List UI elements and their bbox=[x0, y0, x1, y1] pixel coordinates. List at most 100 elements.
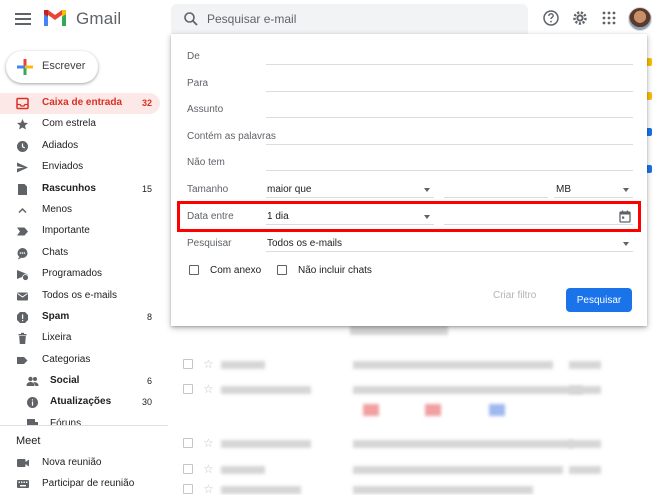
row-star-icon[interactable]: ☆ bbox=[203, 436, 214, 450]
date-within-label: Data entre bbox=[187, 211, 234, 222]
sidebar-item-sent[interactable]: Enviados bbox=[0, 157, 162, 178]
promo-banner-blurred bbox=[350, 325, 448, 335]
has-attachment-checkbox[interactable] bbox=[189, 265, 199, 275]
size-operator-dropdown-icon bbox=[424, 188, 430, 192]
settings-gear-icon[interactable] bbox=[571, 9, 589, 27]
sidebar-item-new-meeting[interactable]: Nova reunião bbox=[0, 453, 168, 473]
row-checkbox[interactable] bbox=[183, 464, 193, 474]
send-icon bbox=[17, 162, 28, 173]
gmail-app: Gmail Pesquisar e-mail Escrever Caixa de… bbox=[0, 0, 660, 495]
calendar-icon[interactable] bbox=[619, 210, 631, 223]
exclude-chats-label: Não incluir chats bbox=[298, 265, 372, 276]
sidebar-item-scheduled[interactable]: Programados bbox=[0, 264, 162, 285]
plus-icon bbox=[17, 59, 33, 75]
label-icon bbox=[17, 356, 28, 364]
sidebar-item-trash[interactable]: Lixeira bbox=[0, 328, 162, 349]
gmail-logo-icon bbox=[44, 10, 66, 26]
sidebar-item-join-meeting[interactable]: Participar de reunião bbox=[0, 474, 168, 494]
date-input[interactable] bbox=[444, 224, 633, 225]
table-row[interactable]: ☆ bbox=[171, 380, 626, 416]
to-label: Para bbox=[187, 78, 209, 89]
chevron-up-icon bbox=[18, 207, 27, 213]
subject-input[interactable] bbox=[266, 117, 633, 118]
inbox-icon bbox=[16, 97, 29, 110]
trash-icon bbox=[18, 333, 27, 345]
sidebar-item-less[interactable]: Menos bbox=[0, 200, 162, 221]
sidebar-item-inbox[interactable]: Caixa de entrada 32 bbox=[0, 93, 160, 115]
apps-grid-icon[interactable] bbox=[600, 9, 618, 27]
date-within-dropdown-icon bbox=[424, 215, 430, 219]
to-input[interactable] bbox=[266, 91, 633, 92]
video-camera-icon bbox=[17, 459, 29, 467]
sidebar-divider bbox=[0, 425, 168, 426]
doesnt-have-label: Não tem bbox=[187, 157, 225, 168]
size-operator-value: maior que bbox=[267, 184, 312, 195]
star-icon bbox=[17, 119, 28, 130]
search-in-dropdown-icon bbox=[623, 242, 629, 246]
sidebar-item-important[interactable]: Importante bbox=[0, 221, 162, 242]
scheduled-icon bbox=[17, 270, 29, 282]
sidebar-item-starred[interactable]: Com estrela bbox=[0, 114, 162, 135]
table-row[interactable]: ☆ bbox=[171, 480, 626, 495]
size-unit-value: MB bbox=[556, 184, 571, 195]
sidebar-item-spam[interactable]: Spam 8 bbox=[0, 307, 162, 328]
row-star-icon[interactable]: ☆ bbox=[203, 462, 214, 476]
row-star-icon[interactable]: ☆ bbox=[203, 482, 214, 495]
sidebar-item-updates[interactable]: Atualizações 30 bbox=[0, 392, 162, 413]
doesnt-have-input[interactable] bbox=[266, 170, 633, 171]
compose-button[interactable]: Escrever bbox=[6, 51, 98, 83]
has-words-label: Contém as palavras bbox=[187, 131, 276, 142]
avatar[interactable] bbox=[628, 7, 652, 31]
row-star-icon[interactable]: ☆ bbox=[203, 382, 214, 396]
size-unit-dropdown-icon bbox=[623, 188, 629, 192]
from-label: De bbox=[187, 51, 200, 62]
search-button[interactable]: Pesquisar bbox=[566, 288, 632, 312]
create-filter-button[interactable]: Criar filtro bbox=[493, 290, 536, 301]
search-input[interactable] bbox=[207, 9, 507, 29]
search-bar[interactable] bbox=[171, 4, 528, 34]
search-button-label: Pesquisar bbox=[576, 294, 622, 306]
row-checkbox[interactable] bbox=[183, 484, 193, 494]
chat-icon bbox=[17, 247, 28, 260]
row-checkbox[interactable] bbox=[183, 384, 193, 394]
row-checkbox[interactable] bbox=[183, 359, 193, 369]
search-in-label: Pesquisar bbox=[187, 238, 232, 249]
info-icon bbox=[27, 397, 38, 409]
main-menu-icon[interactable] bbox=[14, 10, 32, 28]
mail-icon bbox=[17, 292, 28, 301]
has-attachment-label: Com anexo bbox=[210, 265, 262, 276]
draft-icon bbox=[18, 183, 27, 195]
has-words-input[interactable] bbox=[266, 144, 633, 145]
spam-icon bbox=[17, 311, 28, 323]
size-label: Tamanho bbox=[187, 184, 229, 195]
from-input[interactable] bbox=[266, 64, 633, 65]
search-icon[interactable] bbox=[183, 11, 199, 27]
exclude-chats-checkbox[interactable] bbox=[277, 265, 287, 275]
sidebar-item-all-mail[interactable]: Todos os e-mails bbox=[0, 286, 162, 307]
sidebar-nav: Caixa de entrada 32 Com estrela Adiados … bbox=[0, 93, 162, 426]
sidebar-item-chats[interactable]: Chats bbox=[0, 243, 162, 264]
sidebar-item-categories[interactable]: Categorias bbox=[0, 350, 162, 371]
table-row[interactable]: ☆ bbox=[171, 355, 626, 375]
keyboard-icon bbox=[17, 480, 29, 488]
top-bar: Gmail bbox=[0, 0, 660, 38]
table-row[interactable]: ☆ bbox=[171, 460, 626, 480]
people-icon bbox=[26, 376, 39, 387]
subject-label: Assunto bbox=[187, 104, 224, 115]
sidebar-item-snoozed[interactable]: Adiados bbox=[0, 136, 162, 157]
date-within-value: 1 dia bbox=[267, 211, 289, 222]
search-in-value: Todos os e-mails bbox=[267, 238, 343, 249]
size-value-input[interactable] bbox=[444, 197, 548, 198]
table-row[interactable]: ☆ bbox=[171, 434, 626, 454]
sidebar-item-drafts[interactable]: Rascunhos 15 bbox=[0, 179, 162, 200]
clock-icon bbox=[17, 140, 28, 152]
meet-section-title: Meet bbox=[16, 435, 41, 447]
date-range-highlight bbox=[177, 201, 641, 232]
app-name: Gmail bbox=[76, 9, 122, 28]
row-star-icon[interactable]: ☆ bbox=[203, 357, 214, 371]
help-icon[interactable] bbox=[542, 9, 560, 27]
label-important-icon bbox=[17, 227, 28, 236]
row-checkbox[interactable] bbox=[183, 438, 193, 448]
sidebar-item-social[interactable]: Social 6 bbox=[0, 371, 162, 392]
advanced-search-panel: De Para Assunto Contém as palavras Não t… bbox=[171, 34, 647, 326]
